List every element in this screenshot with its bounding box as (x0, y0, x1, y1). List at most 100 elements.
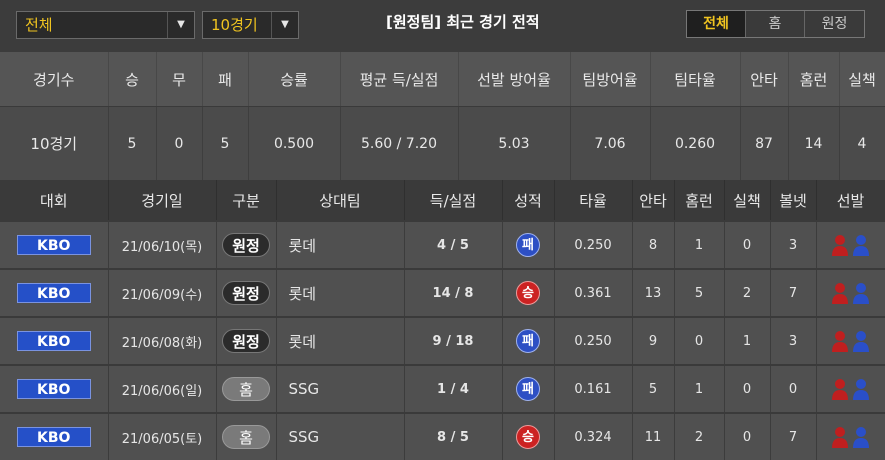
summary-header: 홈런 (788, 52, 840, 107)
game-date: 21/06/10(목) (108, 220, 217, 269)
games-header: 타율 (554, 180, 633, 221)
red-person-icon[interactable] (831, 426, 849, 448)
chevron-down-icon[interactable]: ▼ (167, 12, 194, 38)
errors: 0 (724, 412, 771, 460)
side-badge: 원정 (222, 281, 270, 305)
count-select[interactable]: 10경기 ▼ (202, 11, 299, 39)
blue-person-icon[interactable] (852, 378, 870, 400)
hits: 5 (632, 364, 675, 413)
home-runs: 1 (674, 220, 725, 269)
league-badge[interactable]: KBO (16, 283, 91, 303)
summary-header-row: 경기수 승 무 패 승률 평균 득/실점 선발 방어율 팀방어율 팀타율 안타 … (0, 52, 885, 107)
side-badge: 원정 (222, 233, 270, 257)
chevron-down-icon[interactable]: ▼ (271, 12, 298, 38)
errors: 2 (724, 268, 771, 317)
games-header: 홈런 (674, 180, 725, 221)
top-bar: 전체 ▼ 10경기 ▼ [원정팀] 최근 경기 전적 전체 홈 원정 (0, 0, 885, 52)
result-badge: 승 (516, 425, 540, 449)
table-row[interactable]: KBO 21/06/06(일) 홈 SSG 1 / 4 패 0.161 5 1 … (0, 364, 885, 413)
summary-header: 승 (108, 52, 157, 107)
side-badge: 홈 (222, 425, 270, 449)
summary-header: 경기수 (0, 52, 109, 107)
summary-value: 14 (788, 106, 840, 180)
tab-away[interactable]: 원정 (805, 11, 864, 37)
opponent-team[interactable]: SSG (276, 364, 405, 413)
table-row[interactable]: KBO 21/06/05(토) 홈 SSG 8 / 5 승 0.324 11 2… (0, 412, 885, 460)
table-row[interactable]: KBO 21/06/08(화) 원정 롯데 9 / 18 패 0.250 9 0… (0, 316, 885, 365)
red-person-icon[interactable] (831, 330, 849, 352)
count-select-value: 10경기 (211, 16, 258, 34)
summary-value-row: 10경기 5 0 5 0.500 5.60 / 7.20 5.03 7.06 0… (0, 106, 885, 180)
batting-average: 0.250 (554, 316, 633, 365)
home-runs: 2 (674, 412, 725, 460)
side-badge: 원정 (222, 329, 270, 353)
game-date: 21/06/05(토) (108, 412, 217, 460)
games-header: 경기일 (108, 180, 217, 221)
game-date: 21/06/06(일) (108, 364, 217, 413)
walks: 0 (770, 364, 817, 413)
starting-pitchers (831, 282, 870, 304)
tab-home[interactable]: 홈 (746, 11, 805, 37)
blue-person-icon[interactable] (852, 330, 870, 352)
hits: 9 (632, 316, 675, 365)
summary-value: 7.06 (570, 106, 651, 180)
summary-value: 5 (108, 106, 157, 180)
page-title: [원정팀] 최근 경기 전적 (386, 13, 540, 31)
table-row[interactable]: KBO 21/06/09(수) 원정 롯데 14 / 8 승 0.361 13 … (0, 268, 885, 317)
game-score: 9 / 18 (404, 316, 503, 365)
walks: 3 (770, 220, 817, 269)
opponent-team[interactable]: 롯데 (276, 316, 405, 365)
side-badge: 홈 (222, 377, 270, 401)
blue-person-icon[interactable] (852, 234, 870, 256)
starting-pitchers (831, 378, 870, 400)
tab-all[interactable]: 전체 (687, 11, 746, 37)
blue-person-icon[interactable] (852, 426, 870, 448)
league-badge[interactable]: KBO (16, 379, 91, 399)
summary-value: 4 (839, 106, 885, 180)
game-score: 8 / 5 (404, 412, 503, 460)
summary-header: 승률 (248, 52, 341, 107)
games-header: 안타 (632, 180, 675, 221)
opponent-team[interactable]: 롯데 (276, 268, 405, 317)
blue-person-icon[interactable] (852, 282, 870, 304)
starting-pitchers (831, 234, 870, 256)
summary-header: 안타 (740, 52, 789, 107)
opponent-team[interactable]: 롯데 (276, 220, 405, 269)
game-date: 21/06/09(수) (108, 268, 217, 317)
starting-pitchers (831, 330, 870, 352)
games-header: 대회 (0, 180, 109, 221)
red-person-icon[interactable] (831, 234, 849, 256)
games-header: 구분 (216, 180, 277, 221)
result-badge: 패 (516, 329, 540, 353)
games-header: 선발 (816, 180, 885, 221)
opponent-team[interactable]: SSG (276, 412, 405, 460)
games-table: 대회 경기일 구분 상대팀 득/실점 성적 타율 안타 홈런 실책 볼넷 선발 … (0, 180, 885, 460)
summary-value: 5.03 (458, 106, 571, 180)
red-person-icon[interactable] (831, 378, 849, 400)
games-header: 성적 (502, 180, 555, 221)
league-badge[interactable]: KBO (16, 331, 91, 351)
game-date: 21/06/08(화) (108, 316, 217, 365)
batting-average: 0.324 (554, 412, 633, 460)
league-badge[interactable]: KBO (16, 427, 91, 447)
hits: 13 (632, 268, 675, 317)
games-header: 득/실점 (404, 180, 503, 221)
games-header: 상대팀 (276, 180, 405, 221)
table-row[interactable]: KBO 21/06/10(목) 원정 롯데 4 / 5 패 0.250 8 1 … (0, 220, 885, 269)
games-header-row: 대회 경기일 구분 상대팀 득/실점 성적 타율 안타 홈런 실책 볼넷 선발 (0, 180, 885, 221)
type-select[interactable]: 전체 ▼ (16, 11, 195, 39)
summary-header: 무 (156, 52, 203, 107)
errors: 0 (724, 364, 771, 413)
red-person-icon[interactable] (831, 282, 849, 304)
game-score: 14 / 8 (404, 268, 503, 317)
summary-value: 87 (740, 106, 789, 180)
league-badge[interactable]: KBO (16, 235, 91, 255)
home-runs: 5 (674, 268, 725, 317)
home-runs: 0 (674, 316, 725, 365)
result-badge: 패 (516, 233, 540, 257)
summary-header: 팀방어율 (570, 52, 651, 107)
result-badge: 패 (516, 377, 540, 401)
filter-toggle: 전체 홈 원정 (686, 10, 865, 38)
summary-value: 0.500 (248, 106, 341, 180)
batting-average: 0.361 (554, 268, 633, 317)
